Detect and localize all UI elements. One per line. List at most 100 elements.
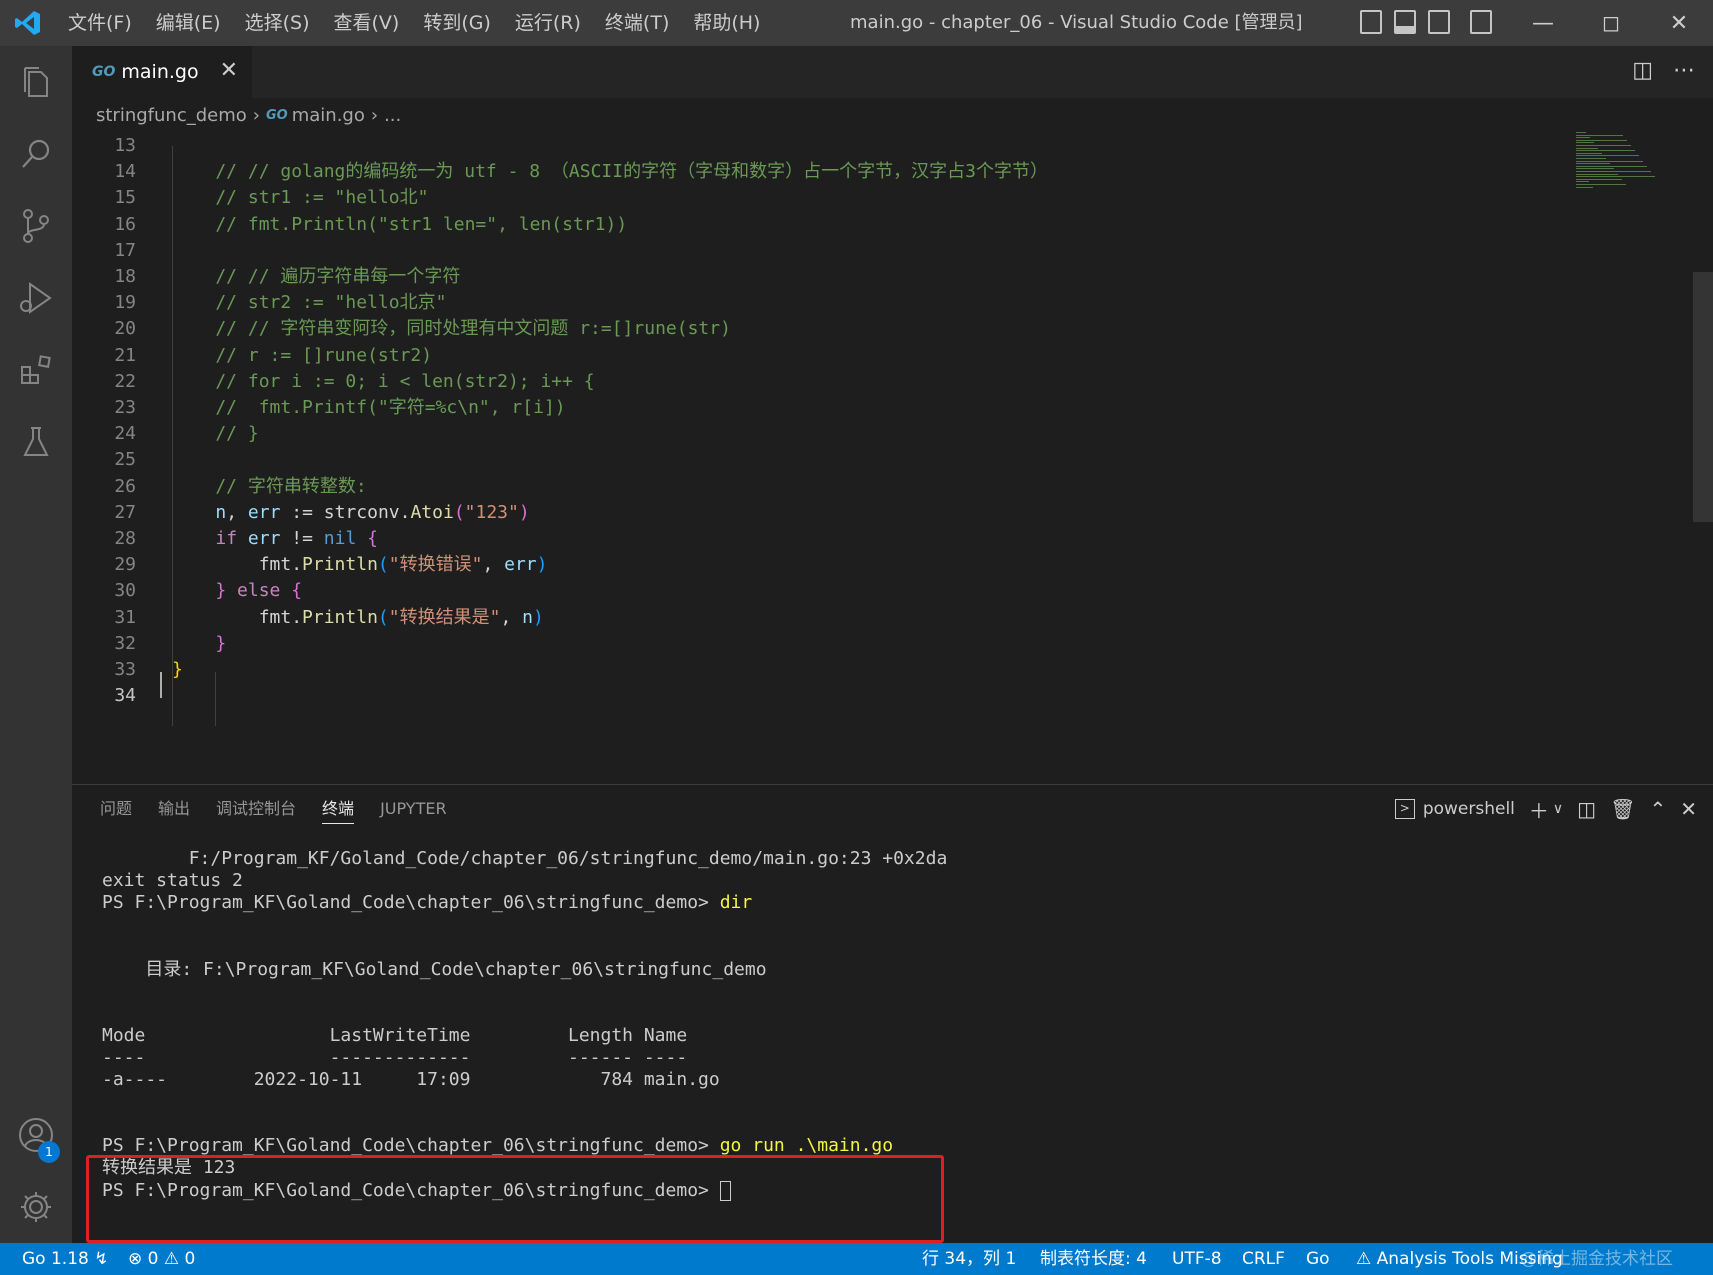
toggle-secondary-sidebar-icon[interactable] [1428,10,1450,34]
code-line: 18 // // 遍历字符串每一个字符 [72,263,1572,292]
minimap-line [1576,168,1614,170]
close-panel-icon[interactable]: ✕ [1680,797,1697,821]
terminal-line: ---- ------------- ------ ---- [102,1046,688,1068]
code-text: fmt.Println("转换结果是", n) [172,606,544,628]
tab-main-go[interactable]: GO main.go ✕ [72,46,252,98]
minimap[interactable] [1572,132,1702,202]
line-number: 34 [114,685,136,707]
extensions-icon[interactable] [0,334,72,406]
testing-icon[interactable] [0,406,72,478]
layout-controls [1360,10,1492,34]
menu-run[interactable]: 运行(R) [503,0,593,46]
code-line: 13 [72,132,1572,161]
code-text: n, err := strconv.Atoi("123") [215,501,530,523]
encoding[interactable]: UTF-8 [1172,1243,1222,1275]
close-window-icon[interactable]: ✕ [1645,0,1713,46]
menu-go[interactable]: 转到(G) [411,0,503,46]
editor-actions: ◫ ⋯ [1632,58,1695,83]
terminal-line: exit status 2 [102,870,243,892]
run-debug-icon[interactable] [0,262,72,334]
tab-debug-console[interactable]: 调试控制台 [216,785,296,833]
new-terminal-icon[interactable]: ＋ [1529,795,1549,824]
code-text: // fmt.Printf("字符=%c\n", r[i]) [172,397,566,418]
problems-count[interactable]: ⊗ 0 ⚠ 0 [128,1243,195,1275]
code-line: 19 // str2 := "hello北京" [72,289,1572,318]
breadcrumb-file[interactable]: main.go [292,105,365,126]
error-icon: ⊗ [128,1249,143,1269]
warning-icon: ⚠ [1356,1249,1372,1269]
minimize-icon[interactable]: — [1509,0,1577,46]
terminal-shell-selector[interactable]: > powershell [1394,799,1515,819]
explorer-icon[interactable] [0,46,72,118]
minimap-line [1576,145,1631,146]
cursor-position[interactable]: 行 34，列 1 [922,1243,1016,1275]
code-line: 31 fmt.Println("转换结果是", n) [72,604,1572,633]
toggle-sidebar-icon[interactable] [1360,10,1382,34]
menu-selection[interactable]: 选择(S) [233,0,322,46]
terminal-line: F:/Program_KF/Goland_Code/chapter_06/str… [102,848,948,869]
tab-label: main.go [121,61,199,83]
line-number: 33 [114,659,136,680]
code-line: 34 [72,682,1572,711]
search-icon[interactable] [0,118,72,190]
code-line: 30 } else { [72,577,1572,606]
menu-bar: 文件(F) 编辑(E) 选择(S) 查看(V) 转到(G) 运行(R) 终端(T… [56,0,772,46]
code-line: 23 // fmt.Printf("字符=%c\n", r[i]) [72,394,1572,423]
end-of-line[interactable]: CRLF [1242,1243,1285,1275]
split-editor-icon[interactable]: ◫ [1632,58,1653,83]
window-title: main.go - chapter_06 - Visual Studio Cod… [850,12,1303,33]
bottom-panel: 问题 输出 调试控制台 终端 JUPYTER > powershell ＋ ∨ … [72,784,1713,1243]
language-mode[interactable]: Go [1306,1243,1330,1275]
panel-actions: > powershell ＋ ∨ ◫ 🗑 ⌃ ✕ [1394,785,1697,833]
menu-file[interactable]: 文件(F) [56,0,144,46]
code-line: 33} [72,656,1572,685]
toggle-panel-icon[interactable] [1394,10,1416,34]
breadcrumb-more[interactable]: ... [384,105,401,126]
minimap-line [1576,150,1635,152]
code-text: fmt.Println("转换错误", err) [172,554,548,576]
source-control-icon[interactable] [0,190,72,262]
tab-output[interactable]: 输出 [158,785,190,833]
activity-bar-bottom: 1 [0,1099,72,1243]
code-line: 27 n, err := strconv.Atoi("123") [72,499,1572,528]
tab-terminal[interactable]: 终端 [322,795,355,824]
go-file-icon: GO [92,64,116,80]
chevron-down-icon[interactable]: ∨ [1553,801,1563,817]
line-number: 16 [114,213,136,235]
line-number: 28 [114,528,136,549]
maximize-icon[interactable]: ◻ [1577,0,1645,46]
menu-help[interactable]: 帮助(H) [681,0,772,46]
line-number: 13 [114,135,136,156]
terminal-line: -a---- 2022-10-11 17:09 784 main.go [102,1069,720,1090]
code-text: } [215,632,227,654]
menu-terminal[interactable]: 终端(T) [593,0,681,46]
editor-scrollbar[interactable] [1693,272,1713,522]
tab-jupyter[interactable]: JUPYTER [380,785,447,833]
minimap-line [1576,173,1618,175]
code-text: } else { [215,580,303,602]
code-line: 21 // r := []rune(str2) [72,342,1572,371]
customize-layout-icon[interactable] [1470,10,1492,34]
line-number: 29 [114,554,136,576]
terminal-line: PS F:\Program_KF\Goland_Code\chapter_06\… [102,892,753,914]
trash-icon[interactable]: 🗑 [1610,797,1635,821]
minimap-line [1576,176,1655,178]
menu-edit[interactable]: 编辑(E) [144,0,233,46]
lightning-icon: ↯ [94,1249,109,1269]
close-tab-icon[interactable]: ✕ [220,58,238,83]
menu-view[interactable]: 查看(V) [322,0,412,46]
accounts-icon[interactable]: 1 [0,1099,72,1171]
minimap-line [1576,147,1598,149]
breadcrumb-folder[interactable]: stringfunc_demo [96,105,247,126]
split-terminal-icon[interactable]: ◫ [1577,797,1596,821]
more-actions-icon[interactable]: ⋯ [1673,58,1695,83]
indentation[interactable]: 制表符长度: 4 [1040,1243,1147,1275]
settings-gear-icon[interactable] [0,1171,72,1243]
go-version[interactable]: Go 1.18 ↯ [22,1243,109,1275]
line-number: 31 [114,606,136,628]
tab-problems[interactable]: 问题 [100,785,132,833]
terminal-line: Mode LastWriteTime Length Name [102,1024,688,1046]
maximize-panel-icon[interactable]: ⌃ [1649,797,1666,821]
code-editor[interactable]: 13 14 // // golang的编码统一为 utf - 8 （ASCII的字… [72,132,1713,784]
code-text: } [172,659,183,680]
